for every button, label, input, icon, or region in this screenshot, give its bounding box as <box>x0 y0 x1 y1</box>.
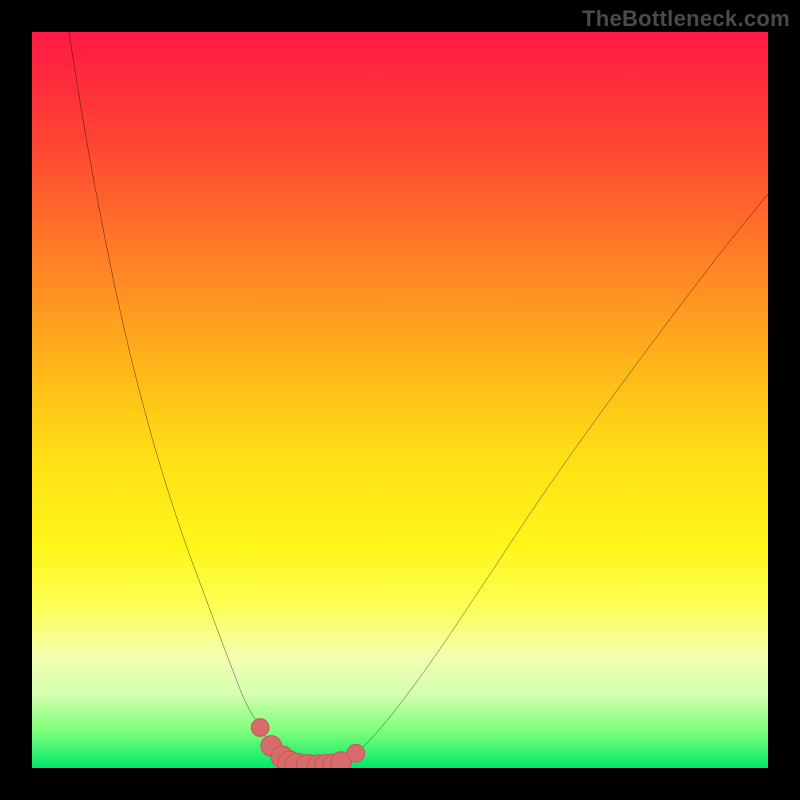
watermark-text: TheBottleneck.com <box>582 6 790 32</box>
valley-marker <box>251 719 269 737</box>
plot-area <box>32 32 768 768</box>
valley-marker <box>347 744 365 762</box>
marker-layer <box>32 32 768 768</box>
chart-frame: TheBottleneck.com <box>0 0 800 800</box>
valley-markers <box>251 719 364 768</box>
